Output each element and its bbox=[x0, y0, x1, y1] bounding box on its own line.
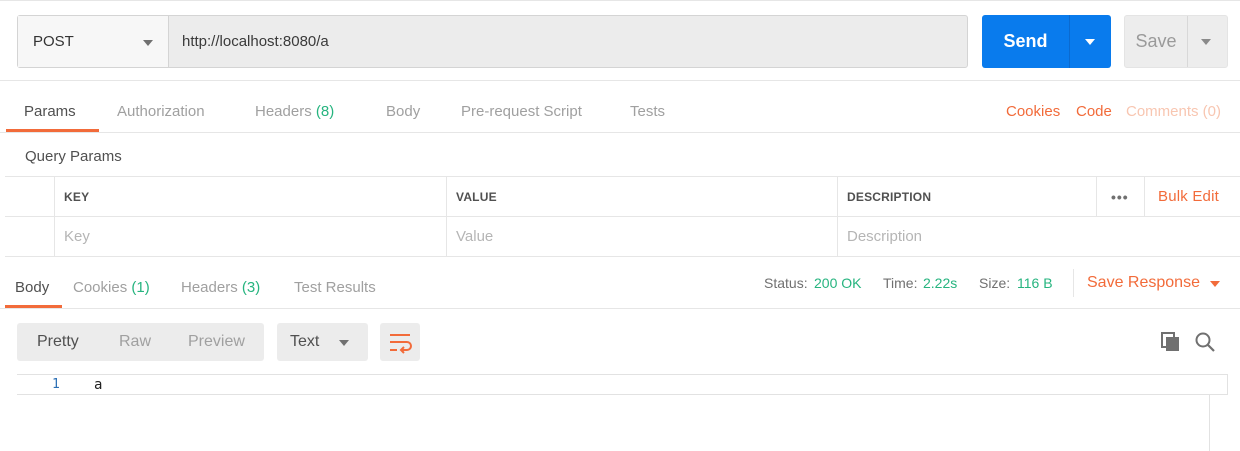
send-button[interactable]: Send bbox=[982, 15, 1111, 68]
tab-body[interactable]: Body bbox=[386, 103, 420, 120]
query-params-table: KEY VALUE DESCRIPTION ••• Bulk Edit Key … bbox=[5, 176, 1240, 257]
time-value: 2.22s bbox=[923, 275, 958, 291]
description-input[interactable]: Description bbox=[837, 217, 1240, 256]
method-label: POST bbox=[33, 33, 74, 50]
save-button[interactable]: Save bbox=[1124, 15, 1228, 68]
divider bbox=[0, 308, 1240, 309]
code-link[interactable]: Code bbox=[1076, 103, 1112, 120]
top-border bbox=[0, 0, 1240, 1]
save-response-button[interactable]: Save Response bbox=[1087, 274, 1200, 292]
chevron-down-icon bbox=[1085, 39, 1095, 45]
column-header-value: VALUE bbox=[446, 177, 837, 216]
wrap-lines-icon bbox=[390, 334, 412, 354]
chevron-down-icon bbox=[339, 340, 349, 346]
bulk-edit-button[interactable]: Bulk Edit bbox=[1144, 177, 1240, 216]
divider bbox=[0, 80, 1240, 81]
tab-response-body[interactable]: Body bbox=[15, 279, 49, 296]
url-input[interactable]: http://localhost:8080/a bbox=[169, 16, 967, 67]
tab-headers-label: Headers bbox=[181, 279, 238, 296]
column-header-description: DESCRIPTION bbox=[837, 177, 1096, 216]
format-select[interactable]: Text bbox=[277, 323, 368, 361]
view-raw-button[interactable]: Raw bbox=[119, 333, 151, 351]
tab-response-cookies[interactable]: Cookies (1) bbox=[73, 279, 150, 296]
search-button[interactable] bbox=[1193, 330, 1217, 354]
more-icon: ••• bbox=[1111, 188, 1129, 205]
tab-response-headers[interactable]: Headers (3) bbox=[181, 279, 260, 296]
copy-icon bbox=[1161, 332, 1179, 351]
tab-pre-request-script[interactable]: Pre-request Script bbox=[461, 103, 582, 120]
tab-test-results[interactable]: Test Results bbox=[294, 279, 376, 296]
search-icon bbox=[1195, 332, 1215, 352]
wrap-lines-button[interactable] bbox=[380, 323, 420, 361]
table-header-row: KEY VALUE DESCRIPTION ••• Bulk Edit bbox=[5, 177, 1240, 217]
copy-button[interactable] bbox=[1160, 331, 1182, 353]
status-label: Status: bbox=[764, 275, 808, 291]
code-line: a bbox=[94, 377, 103, 393]
chevron-down-icon bbox=[1201, 39, 1211, 45]
view-pretty-button[interactable]: Pretty bbox=[37, 333, 79, 351]
tab-headers[interactable]: Headers (8) bbox=[255, 103, 334, 120]
divider bbox=[1073, 269, 1074, 297]
size-label: Size: bbox=[979, 275, 1011, 291]
view-preview-button[interactable]: Preview bbox=[188, 333, 245, 351]
value-input[interactable]: Value bbox=[446, 217, 837, 256]
view-mode-group: Pretty Raw Preview bbox=[17, 323, 264, 361]
response-headers-count: (3) bbox=[241, 279, 261, 296]
key-input[interactable]: Key bbox=[54, 217, 446, 256]
divider bbox=[0, 132, 1240, 133]
format-label: Text bbox=[290, 333, 320, 350]
time-label: Time: bbox=[883, 275, 918, 291]
table-row: Key Value Description bbox=[5, 217, 1240, 257]
headers-count: (8) bbox=[315, 103, 335, 120]
tab-params[interactable]: Params bbox=[24, 103, 76, 120]
save-options-button[interactable] bbox=[1188, 16, 1227, 67]
comments-link[interactable]: Comments (0) bbox=[1126, 103, 1221, 120]
column-header-key: KEY bbox=[54, 177, 446, 216]
chevron-down-icon bbox=[143, 40, 153, 46]
method-select[interactable]: POST bbox=[18, 16, 169, 67]
cookies-link[interactable]: Cookies bbox=[1006, 103, 1060, 120]
editor-scrollbar[interactable] bbox=[1209, 395, 1210, 451]
line-number: 1 bbox=[52, 377, 60, 392]
cookies-count: (1) bbox=[131, 279, 150, 296]
response-editor-line[interactable] bbox=[17, 374, 1228, 395]
request-bar: POST http://localhost:8080/a bbox=[17, 15, 968, 68]
chevron-down-icon[interactable] bbox=[1210, 281, 1220, 287]
send-options-button[interactable] bbox=[1070, 15, 1111, 68]
tab-cookies-label: Cookies bbox=[73, 279, 128, 296]
url-text: http://localhost:8080/a bbox=[182, 33, 329, 50]
more-options-button[interactable]: ••• bbox=[1096, 177, 1144, 216]
tab-tests[interactable]: Tests bbox=[630, 103, 665, 120]
send-button-label: Send bbox=[982, 15, 1070, 68]
size-value: 116 B bbox=[1017, 275, 1053, 291]
status-value: 200 OK bbox=[814, 275, 862, 291]
tab-authorization[interactable]: Authorization bbox=[117, 103, 205, 120]
tab-headers-label: Headers bbox=[255, 103, 312, 120]
query-params-title: Query Params bbox=[25, 148, 122, 165]
save-button-label: Save bbox=[1125, 16, 1188, 67]
